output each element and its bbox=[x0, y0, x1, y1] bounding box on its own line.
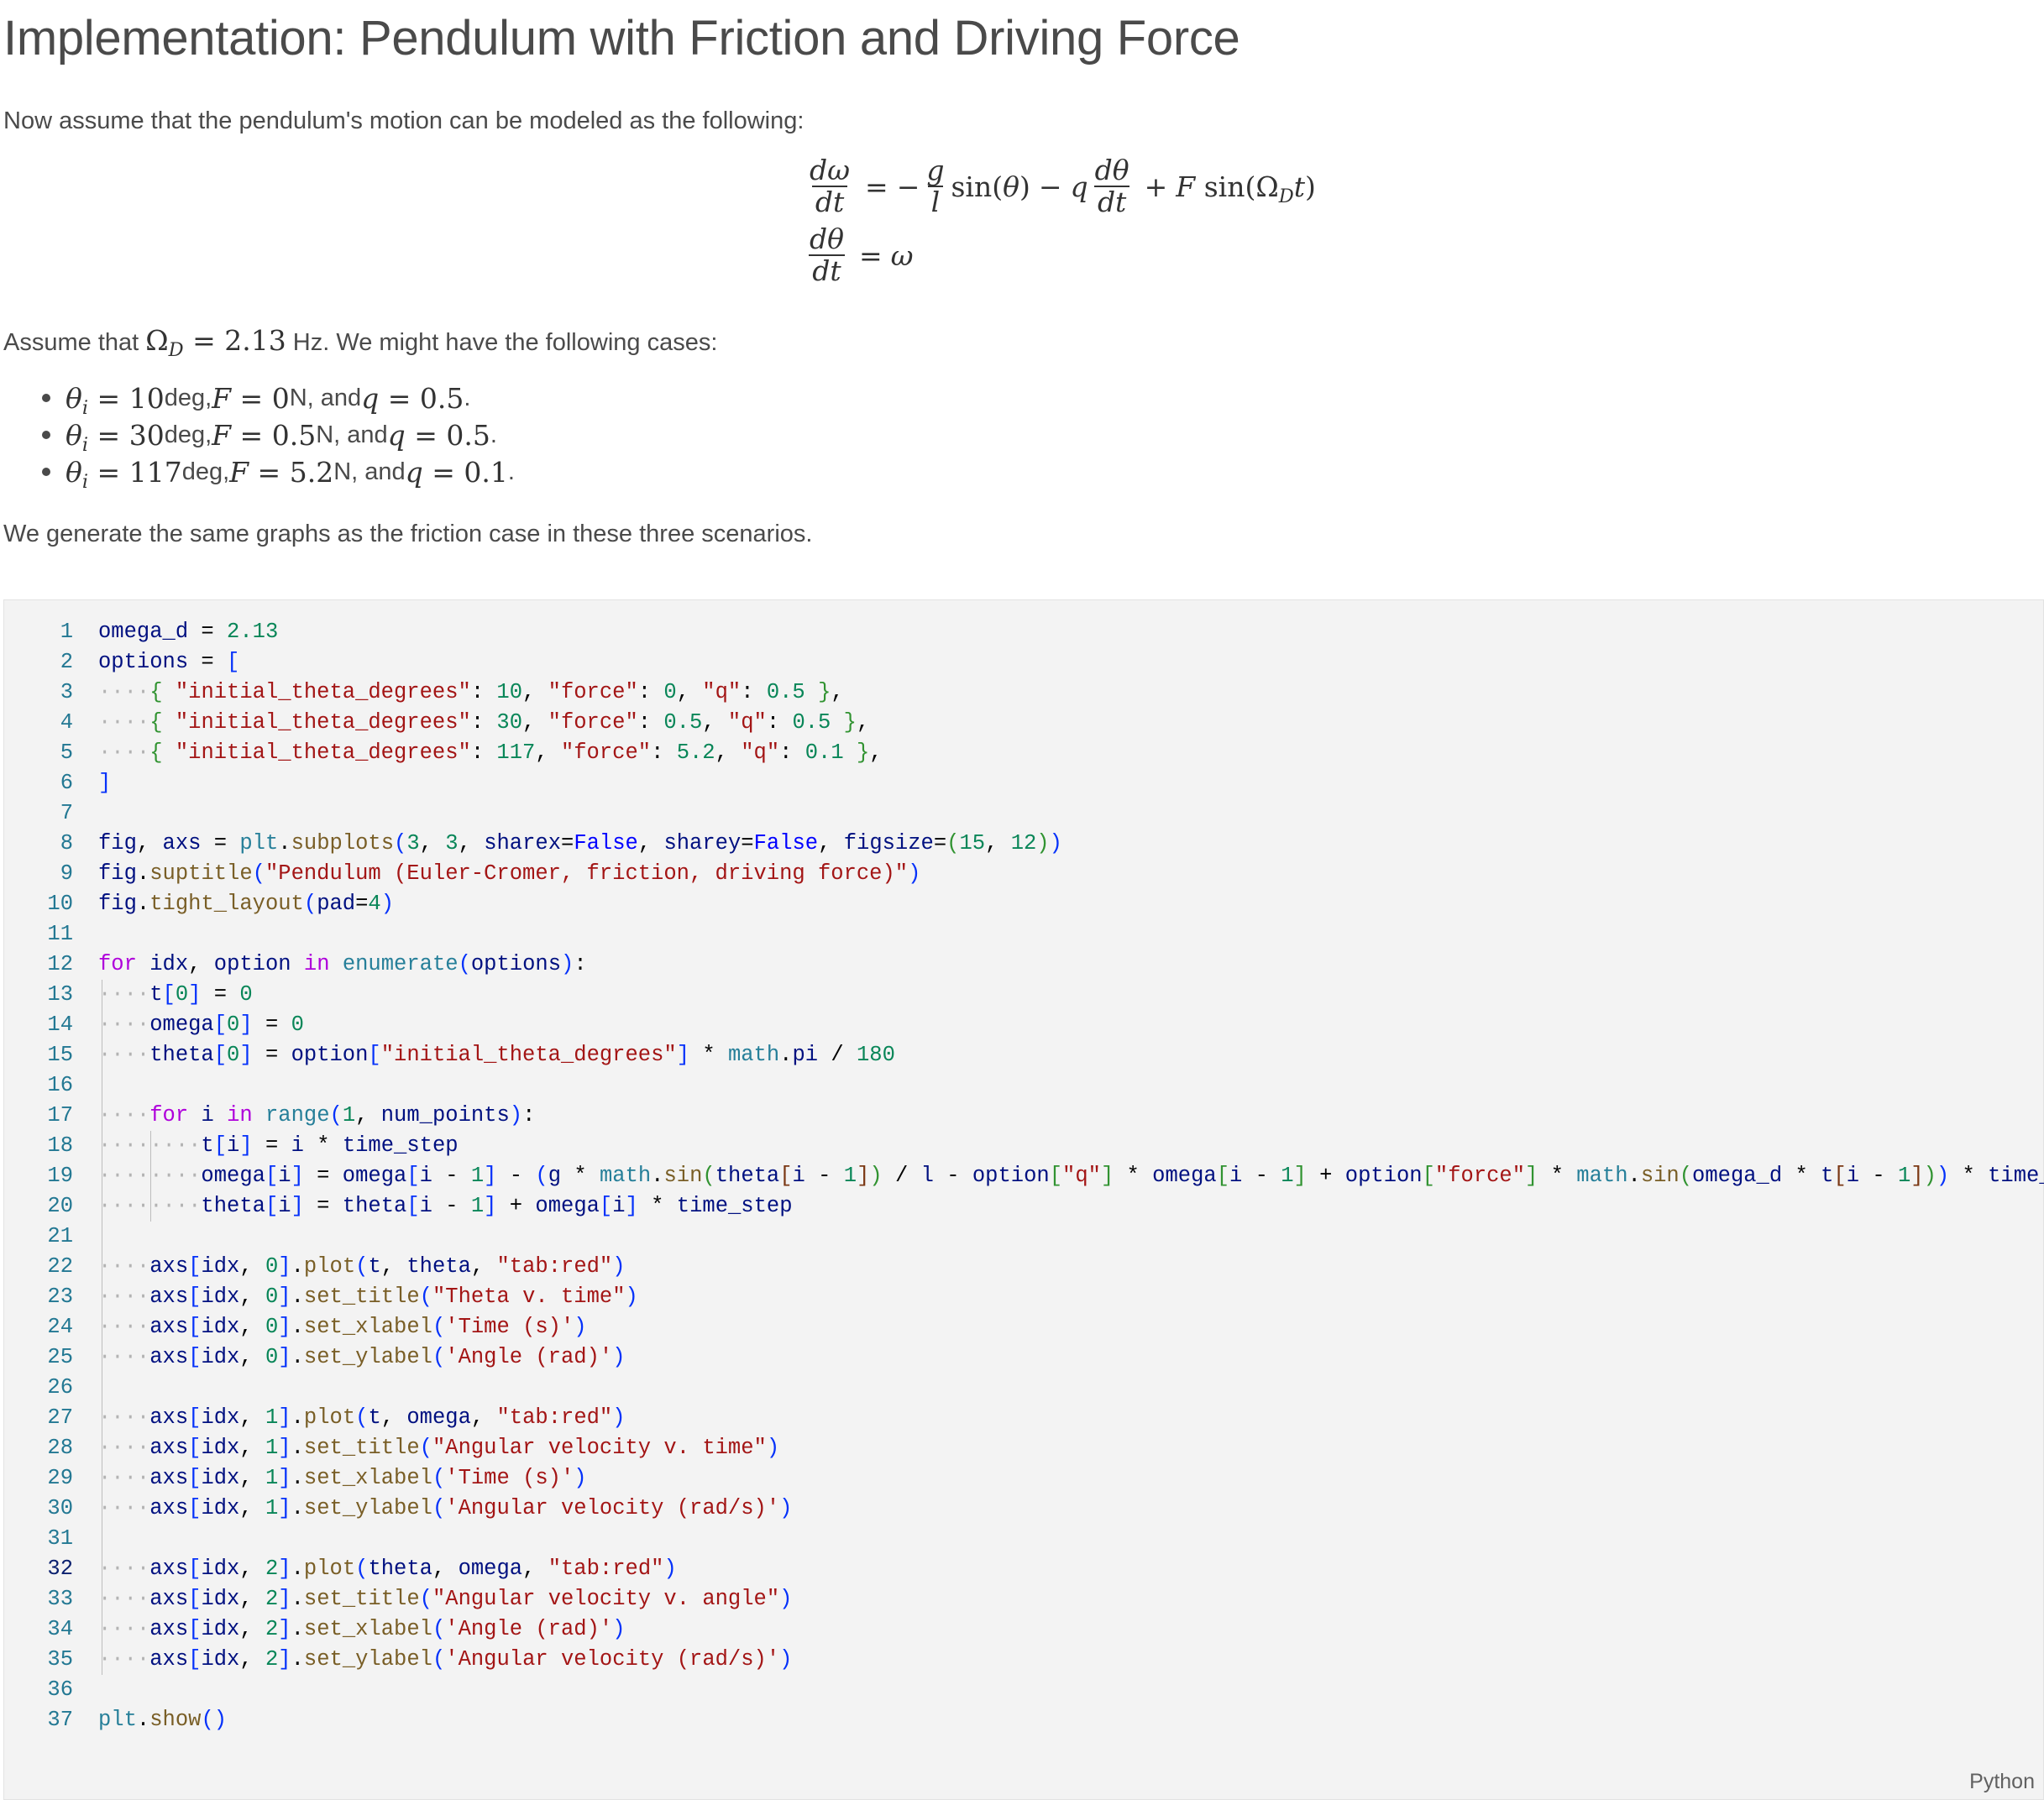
code-line: 23 ····axs[idx, 0].set_title("Theta v. ti… bbox=[4, 1282, 2036, 1312]
line-number: 34 bbox=[47, 1617, 73, 1641]
code-line: 29 ····axs[idx, 1].set_xlabel('Time (s)') bbox=[4, 1463, 2036, 1494]
line-number: 15 bbox=[47, 1043, 73, 1067]
code-line: 21 bbox=[4, 1222, 2036, 1252]
code-line: 36 bbox=[4, 1675, 2036, 1705]
list-item: θi = 30 deg, F = 0.5 N, and q = 0.5. bbox=[42, 416, 515, 456]
line-number: 16 bbox=[47, 1073, 73, 1097]
line-number: 1 bbox=[60, 620, 73, 644]
code-line: 16 bbox=[4, 1070, 2036, 1101]
line-number: 7 bbox=[60, 801, 73, 825]
line-number: 31 bbox=[47, 1526, 73, 1551]
code-line: 14 ····omega[0] = 0 bbox=[4, 1010, 2036, 1040]
line-number: 8 bbox=[60, 831, 73, 856]
line-number: 20 bbox=[47, 1194, 73, 1218]
outro-text: We generate the same graphs as the frict… bbox=[3, 521, 813, 547]
code-line: 33 ····axs[idx, 2].set_title("Angular vel… bbox=[4, 1584, 2036, 1614]
line-number: 11 bbox=[47, 922, 73, 946]
code-line: 13 ····t[0] = 0 bbox=[4, 980, 2036, 1010]
code-line: 25 ····axs[idx, 0].set_ylabel('Angle (rad… bbox=[4, 1342, 2036, 1373]
code-line: 17 ····for i in range(1, num_points): bbox=[4, 1101, 2036, 1131]
code-cell[interactable]: 1 omega_d = 2.13 2 options = [ 3 ····{ "ini… bbox=[3, 599, 2044, 1800]
line-number: 3 bbox=[60, 680, 73, 704]
code-line: 5 ····{ "initial_theta_degrees": 117, "fo… bbox=[4, 738, 2036, 768]
cell-language-label[interactable]: Python bbox=[1969, 1770, 2035, 1794]
line-number: 4 bbox=[60, 710, 73, 735]
line-number: 5 bbox=[60, 740, 73, 765]
list-item: θi = 117 deg, F = 5.2 N, and q = 0.1. bbox=[42, 453, 515, 493]
line-number: 33 bbox=[47, 1587, 73, 1611]
line-number: 36 bbox=[47, 1677, 73, 1702]
code-line: 19 ········omega[i] = omega[i - 1] - (g *… bbox=[4, 1161, 2044, 1191]
equation-theta: dθ dt = ω bbox=[809, 222, 914, 287]
line-number: 10 bbox=[47, 892, 73, 916]
code-line: 1 omega_d = 2.13 bbox=[4, 617, 2036, 647]
code-line: 8 fig, axs = plt.subplots(3, 3, sharex=Fa… bbox=[4, 829, 2036, 859]
code-line: 7 bbox=[4, 798, 2036, 829]
code-line: 20 ········theta[i] = theta[i - 1] + omeg… bbox=[4, 1191, 2036, 1222]
section-title: Implementation: Pendulum with Friction a… bbox=[3, 11, 1240, 65]
code-line: 34 ····axs[idx, 2].set_xlabel('Angle (rad… bbox=[4, 1614, 2036, 1645]
equation-block: dω dt = − gl sin(θ) − q dθ dt + F sin(ΩDt)… bbox=[803, 153, 1316, 296]
line-number: 21 bbox=[47, 1224, 73, 1248]
line-number: 24 bbox=[47, 1315, 73, 1339]
code-line: 18 ········t[i] = i * time_step bbox=[4, 1131, 2036, 1161]
code-line: 31 bbox=[4, 1524, 2036, 1554]
code-line: 27 ····axs[idx, 1].plot(t, omega, "tab:re… bbox=[4, 1403, 2036, 1433]
code-line: 4 ····{ "initial_theta_degrees": 30, "for… bbox=[4, 708, 2036, 738]
code-line: 10 fig.tight_layout(pad=4) bbox=[4, 889, 2036, 919]
code-line: 6] bbox=[4, 768, 2036, 798]
line-number: 19 bbox=[47, 1164, 73, 1188]
line-number: 26 bbox=[47, 1375, 73, 1400]
code-line: 35 ····axs[idx, 2].set_ylabel('Angular ve… bbox=[4, 1645, 2036, 1675]
code-line: 22 ····axs[idx, 0].plot(t, theta, "tab:re… bbox=[4, 1252, 2036, 1282]
code-line: 15 ····theta[0] = option["initial_theta_d… bbox=[4, 1040, 2036, 1070]
line-number: 27 bbox=[47, 1405, 73, 1430]
line-number: 37 bbox=[47, 1708, 73, 1732]
code-line: 32 ····axs[idx, 2].plot(theta, omega, "ta… bbox=[4, 1554, 2036, 1584]
code-line: 37 plt.show() bbox=[4, 1705, 2036, 1735]
intro-text: Now assume that the pendulum's motion ca… bbox=[3, 107, 804, 134]
line-number: 25 bbox=[47, 1345, 73, 1369]
line-number: 14 bbox=[47, 1012, 73, 1037]
list-item: θi = 10 deg, F = 0 N, and q = 0.5. bbox=[42, 379, 515, 419]
line-number: 12 bbox=[47, 952, 73, 976]
code-line: 28 ····axs[idx, 1].set_title("Angular vel… bbox=[4, 1433, 2036, 1463]
code-line: 30 ····axs[idx, 1].set_ylabel('Angular ve… bbox=[4, 1494, 2036, 1524]
line-number: 9 bbox=[60, 861, 73, 886]
line-number: 6 bbox=[60, 771, 73, 795]
assume-text: Assume that ΩD = 2.13 Hz. We might have … bbox=[3, 324, 718, 362]
line-number: 23 bbox=[47, 1285, 73, 1309]
line-number: 32 bbox=[47, 1557, 73, 1581]
code-line: 2 options = [ bbox=[4, 647, 2036, 678]
code-line: 3 ····{ "initial_theta_degrees": 10, "for… bbox=[4, 678, 2036, 708]
line-number: 29 bbox=[47, 1466, 73, 1490]
code-line: 9 fig.suptitle("Pendulum (Euler-Cromer, f… bbox=[4, 859, 2036, 889]
line-number: 2 bbox=[60, 650, 73, 674]
code-line: 12 for idx, option in enumerate(options): bbox=[4, 950, 2036, 980]
line-number: 30 bbox=[47, 1496, 73, 1520]
line-number: 18 bbox=[47, 1133, 73, 1158]
cases-list: θi = 10 deg, F = 0 N, and q = 0.5. θi = … bbox=[42, 379, 515, 493]
line-number: 35 bbox=[47, 1647, 73, 1672]
line-number: 28 bbox=[47, 1436, 73, 1460]
code-editor[interactable]: 1 omega_d = 2.13 2 options = [ 3 ····{ "ini… bbox=[4, 617, 2044, 1735]
line-number: 22 bbox=[47, 1254, 73, 1279]
line-number: 13 bbox=[47, 982, 73, 1007]
code-line: 24 ····axs[idx, 0].set_xlabel('Time (s)') bbox=[4, 1312, 2036, 1342]
code-line: 11 bbox=[4, 919, 2036, 950]
line-number: 17 bbox=[47, 1103, 73, 1128]
equation-omega: dω dt = − gl sin(θ) − q dθ dt + F sin(ΩDt) bbox=[810, 154, 1316, 218]
code-line: 26 bbox=[4, 1373, 2036, 1403]
